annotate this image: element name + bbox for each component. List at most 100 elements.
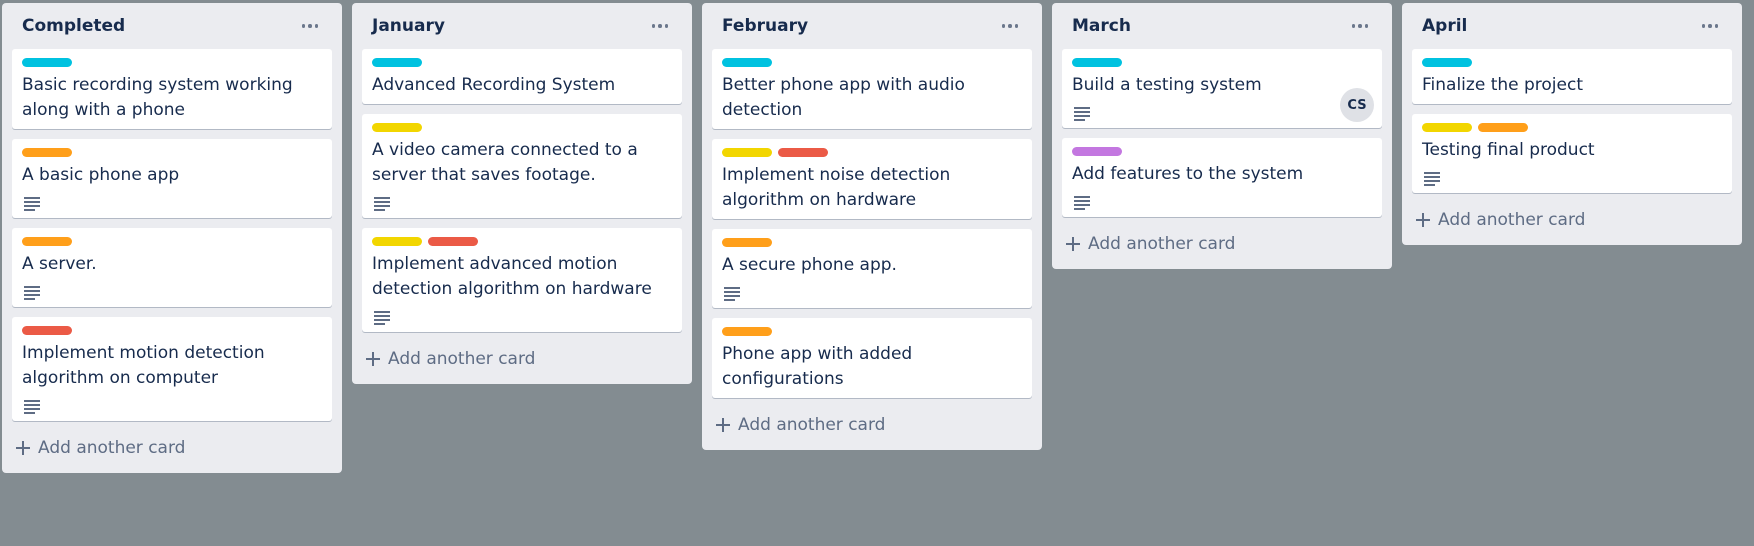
card-labels: [1072, 58, 1372, 67]
card-labels: [22, 58, 322, 67]
board: Completed Basic recording system working …: [2, 3, 1742, 473]
card-label[interactable]: [722, 327, 772, 336]
card-title: Implement noise detection algorithm on h…: [722, 165, 951, 210]
card-label[interactable]: [372, 123, 422, 132]
card[interactable]: Implement noise detection algorithm on h…: [712, 139, 1032, 219]
card[interactable]: Phone app with added configurations: [712, 318, 1032, 398]
card-label[interactable]: [22, 237, 72, 246]
menu-dot: [308, 24, 312, 28]
add-card-button[interactable]: Add another card: [1412, 203, 1732, 237]
card[interactable]: Implement motion detection algorithm on …: [12, 317, 332, 421]
card-label[interactable]: [722, 238, 772, 247]
card-label[interactable]: [372, 237, 422, 246]
description-icon: [724, 287, 740, 301]
card-label[interactable]: [22, 148, 72, 157]
description-icon: [24, 286, 40, 300]
card-labels: [372, 58, 672, 67]
menu-dot: [1351, 24, 1356, 28]
card-title: Phone app with added configurations: [722, 344, 913, 389]
card[interactable]: Implement advanced motion detection algo…: [362, 228, 682, 332]
list-menu-icon[interactable]: [296, 12, 324, 40]
card-label[interactable]: [372, 58, 422, 67]
add-card-label: Add another card: [738, 415, 886, 435]
card[interactable]: Build a testing system CS: [1062, 49, 1382, 128]
list-menu-icon[interactable]: [1696, 12, 1724, 40]
description-icon: [24, 400, 40, 414]
card-labels: [722, 148, 1022, 157]
plus-icon: [366, 352, 380, 366]
card-label[interactable]: [22, 58, 72, 67]
card-label[interactable]: [722, 58, 772, 67]
list-march: March Build a testing system CS Add feature…: [1052, 3, 1392, 269]
card[interactable]: Finalize the project: [1412, 49, 1732, 104]
card-title: A secure phone app.: [722, 255, 897, 275]
card-label[interactable]: [1422, 123, 1472, 132]
card-label[interactable]: [722, 148, 772, 157]
plus-icon: [1416, 213, 1430, 227]
card-badges: [372, 306, 672, 330]
card-label[interactable]: [22, 326, 72, 335]
list-menu-icon[interactable]: [1346, 12, 1374, 40]
card-labels: [722, 238, 1022, 247]
list-title[interactable]: April: [1422, 16, 1467, 36]
menu-dot: [1714, 24, 1719, 28]
list-menu-icon[interactable]: [996, 12, 1024, 40]
list-header[interactable]: March: [1062, 3, 1382, 49]
add-card-label: Add another card: [38, 438, 186, 458]
card-badges: [22, 281, 322, 305]
menu-dot: [1014, 24, 1019, 28]
card-labels: [1422, 58, 1722, 67]
add-card-button[interactable]: Add another card: [12, 431, 332, 465]
card-label[interactable]: [428, 237, 478, 246]
card[interactable]: Basic recording system working along wit…: [12, 49, 332, 129]
add-card-button[interactable]: Add another card: [712, 408, 1032, 442]
card[interactable]: Advanced Recording System: [362, 49, 682, 104]
list-title[interactable]: March: [1072, 16, 1131, 36]
list-april: April Finalize the project Testing final p…: [1402, 3, 1742, 245]
card-title: Finalize the project: [1422, 75, 1583, 95]
list-title[interactable]: January: [372, 16, 445, 36]
card[interactable]: A secure phone app.: [712, 229, 1032, 308]
list-header[interactable]: Completed: [12, 3, 332, 49]
card-title: Add features to the system: [1072, 164, 1304, 184]
member-avatar[interactable]: CS: [1340, 88, 1374, 122]
card[interactable]: A server.: [12, 228, 332, 307]
card[interactable]: Testing final product: [1412, 114, 1732, 193]
card-label[interactable]: [1478, 123, 1528, 132]
add-card-label: Add another card: [388, 349, 536, 369]
description-icon: [24, 197, 40, 211]
card-label[interactable]: [1422, 58, 1472, 67]
card-badges: [1072, 102, 1372, 126]
menu-dot: [1358, 24, 1362, 28]
description-icon: [1424, 172, 1440, 186]
card[interactable]: Better phone app with audio detection: [712, 49, 1032, 129]
card-label[interactable]: [1072, 58, 1122, 67]
card-badges: [372, 192, 672, 216]
plus-icon: [1066, 237, 1080, 251]
add-card-button[interactable]: Add another card: [362, 342, 682, 376]
card-labels: [22, 326, 322, 335]
menu-dot: [1001, 24, 1006, 28]
menu-dot: [664, 24, 669, 28]
menu-dot: [1701, 24, 1706, 28]
plus-icon: [16, 441, 30, 455]
list-title[interactable]: February: [722, 16, 808, 36]
menu-dot: [1364, 24, 1369, 28]
card[interactable]: A video camera connected to a server tha…: [362, 114, 682, 218]
list-header[interactable]: April: [1412, 3, 1732, 49]
card-title: Build a testing system: [1072, 75, 1262, 95]
list-header[interactable]: February: [712, 3, 1032, 49]
list-menu-icon[interactable]: [646, 12, 674, 40]
card-label[interactable]: [1072, 147, 1122, 156]
add-card-button[interactable]: Add another card: [1062, 227, 1382, 261]
menu-dot: [658, 24, 662, 28]
card[interactable]: A basic phone app: [12, 139, 332, 218]
list-completed: Completed Basic recording system working …: [2, 3, 342, 473]
card[interactable]: Add features to the system: [1062, 138, 1382, 217]
card-labels: [372, 237, 672, 246]
list-header[interactable]: January: [362, 3, 682, 49]
menu-dot: [1008, 24, 1012, 28]
list-title[interactable]: Completed: [22, 16, 125, 36]
card-label[interactable]: [778, 148, 828, 157]
card-title: Implement advanced motion detection algo…: [372, 254, 652, 299]
